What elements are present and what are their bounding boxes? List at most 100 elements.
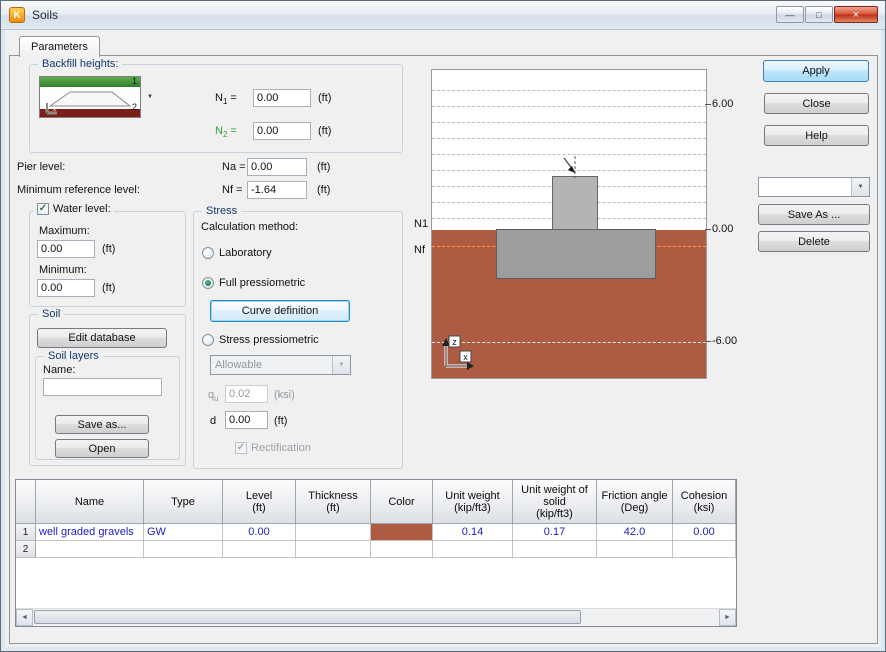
axis-z-label: z	[452, 337, 457, 347]
soil-name-input[interactable]	[43, 378, 162, 396]
col-header-type[interactable]: Type	[144, 480, 223, 524]
check-icon: ✓	[38, 203, 48, 214]
calculation-method-label: Calculation method:	[201, 221, 299, 233]
d-unit: (ft)	[274, 415, 288, 427]
cell-name[interactable]	[36, 541, 144, 558]
qu-input[interactable]	[225, 385, 268, 403]
curve-definition-button[interactable]: Curve definition	[210, 300, 350, 322]
col-header-level[interactable]: Level (ft)	[223, 480, 296, 524]
col-header-color[interactable]: Color	[371, 480, 433, 524]
col-header-name[interactable]: Name	[36, 480, 144, 524]
curve-definition-label: Curve definition	[241, 305, 319, 317]
cell-level[interactable]	[223, 541, 296, 558]
d-input[interactable]	[225, 411, 268, 429]
help-button[interactable]: Help	[764, 125, 869, 146]
cell-name[interactable]: well graded gravels	[36, 524, 144, 541]
maximize-button[interactable]: □	[805, 6, 833, 23]
cell-cohesion[interactable]	[673, 541, 736, 558]
scrollbar-thumb[interactable]	[34, 610, 581, 624]
soil-group-label: Soil	[38, 308, 65, 320]
apply-button[interactable]: Apply	[763, 60, 869, 82]
app-icon: K	[9, 7, 25, 23]
table-header-row: Name Type Level (ft) Thickness (ft) Colo…	[16, 480, 736, 524]
radio-icon	[202, 247, 214, 259]
cell-friction-angle[interactable]: 42.0	[597, 524, 673, 541]
table-corner-cell	[16, 480, 36, 524]
checkbox-disabled-icon: ✓	[235, 442, 247, 454]
backfill-image-dropdown[interactable]: ▼	[143, 76, 157, 118]
row-number[interactable]: 1	[16, 524, 36, 541]
gridline	[432, 106, 706, 107]
close-dialog-button[interactable]: Close	[764, 93, 869, 114]
col-header-unit-weight-solid[interactable]: Unit weight of solid (kip/ft3)	[513, 480, 597, 524]
open-soil-button[interactable]: Open	[55, 439, 149, 458]
cell-thickness[interactable]	[296, 524, 371, 541]
tab-parameters[interactable]: Parameters	[19, 36, 100, 57]
footing-base	[496, 229, 656, 279]
scroll-left-button[interactable]: ◄	[16, 609, 33, 626]
cell-unit-weight-solid[interactable]	[513, 541, 597, 558]
save-as-soil-button[interactable]: Save as...	[55, 415, 149, 434]
n2-input[interactable]	[253, 122, 311, 140]
check-icon: ✓	[236, 442, 246, 453]
gridline	[432, 122, 706, 123]
preset-combobox[interactable]: ▼	[758, 177, 870, 197]
nf-label: Nf =	[222, 184, 243, 196]
cell-color-swatch[interactable]	[371, 524, 433, 541]
water-min-unit: (ft)	[102, 282, 116, 294]
water-level-checkbox[interactable]: ✓ Water level:	[34, 203, 114, 215]
pier-level-label: Pier level:	[17, 161, 66, 173]
cell-cohesion[interactable]: 0.00	[673, 524, 736, 541]
water-min-input[interactable]	[37, 279, 95, 297]
allowable-combobox[interactable]: Allowable ▼	[210, 355, 351, 375]
col-header-thickness[interactable]: Thickness (ft)	[296, 480, 371, 524]
laboratory-label: Laboratory	[219, 247, 272, 259]
n1-level-label: N1	[414, 218, 429, 230]
col-header-friction-angle[interactable]: Friction angle (Deg)	[597, 480, 673, 524]
save-as-label: Save As ...	[787, 208, 841, 221]
close-button[interactable]: ×	[834, 6, 878, 23]
cell-level[interactable]: 0.00	[223, 524, 296, 541]
delete-button[interactable]: Delete	[758, 231, 870, 252]
col-header-unit-weight[interactable]: Unit weight (kip/ft3)	[433, 480, 513, 524]
save-as-button[interactable]: Save As ...	[758, 204, 870, 225]
cell-color-swatch[interactable]	[371, 541, 433, 558]
minimize-button[interactable]: —	[776, 6, 804, 23]
scroll-left-icon: ◄	[21, 614, 28, 621]
n1-input[interactable]	[253, 89, 311, 107]
nf-input[interactable]	[247, 181, 307, 199]
help-label: Help	[805, 129, 828, 142]
cell-unit-weight[interactable]: 0.14	[433, 524, 513, 541]
nf-unit: (ft)	[317, 184, 331, 196]
col-header-cohesion[interactable]: Cohesion (ksi)	[673, 480, 736, 524]
cell-unit-weight[interactable]	[433, 541, 513, 558]
water-max-input[interactable]	[37, 240, 95, 258]
table-horizontal-scrollbar[interactable]: ◄ ►	[16, 608, 736, 626]
cell-type[interactable]: GW	[144, 524, 223, 541]
cell-friction-angle[interactable]	[597, 541, 673, 558]
minimize-icon: —	[785, 9, 795, 20]
radio-laboratory[interactable]: Laboratory	[202, 247, 272, 259]
layer2-number: 2	[131, 102, 137, 112]
tick-mark	[705, 104, 711, 105]
combo-arrow-icon: ▼	[332, 356, 350, 374]
edit-database-label: Edit database	[68, 332, 136, 344]
full-pressiometric-label: Full pressiometric	[219, 277, 306, 289]
maximum-label: Maximum:	[39, 225, 90, 237]
cell-type[interactable]	[144, 541, 223, 558]
edit-database-button[interactable]: Edit database	[37, 328, 167, 348]
radio-full-pressiometric[interactable]: Full pressiometric	[202, 277, 305, 289]
nf-level-label: Nf	[414, 244, 425, 256]
titlebar[interactable]: K Soils — □ ×	[1, 1, 885, 30]
scroll-right-button[interactable]: ►	[719, 609, 736, 626]
radio-stress-pressiometric[interactable]: Stress pressiometric	[202, 334, 319, 346]
radio-icon	[202, 334, 214, 346]
n2-unit: (ft)	[318, 125, 332, 137]
scrollbar-track[interactable]	[33, 609, 719, 626]
na-input[interactable]	[247, 158, 307, 176]
row-number[interactable]: 2	[16, 541, 36, 558]
level-label-bottom: -6.00	[712, 335, 738, 347]
cell-unit-weight-solid[interactable]: 0.17	[513, 524, 597, 541]
rectification-checkbox[interactable]: ✓ Rectification	[232, 442, 314, 454]
cell-thickness[interactable]	[296, 541, 371, 558]
